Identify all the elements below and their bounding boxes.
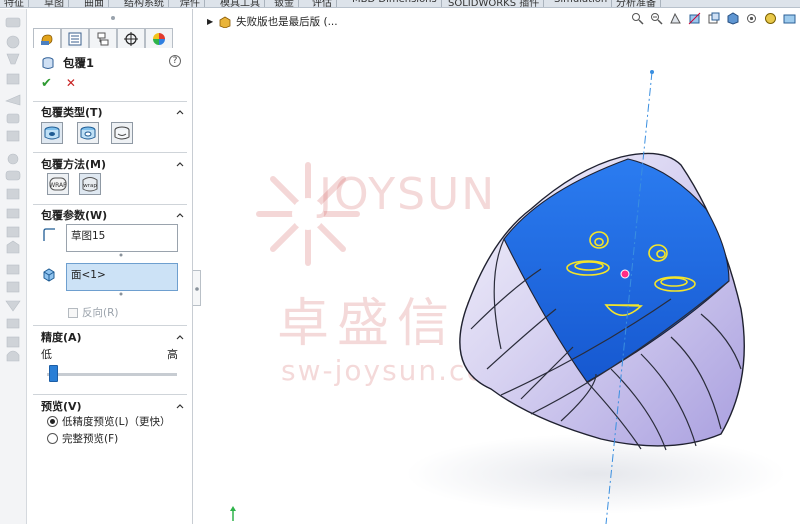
axis-endpoint xyxy=(650,70,654,74)
sketch-selection-icon xyxy=(43,228,55,241)
svg-text:WRAP: WRAP xyxy=(49,182,67,189)
face-selection-listbox[interactable]: 面<1> xyxy=(66,263,178,291)
wrap-params-heading: 包覆参数(W) xyxy=(41,209,108,222)
separator xyxy=(33,101,187,102)
wrap-feature-icon xyxy=(42,57,54,69)
tab-sketch[interactable]: 草图 xyxy=(40,0,69,7)
radio-dot[interactable] xyxy=(47,433,58,444)
display-manager-tab[interactable] xyxy=(145,28,173,48)
ok-cancel-row: ✔ ✕ xyxy=(41,75,76,91)
chevron-up-icon[interactable] xyxy=(176,108,184,116)
wrap-method-heading: 包覆方法(M) xyxy=(41,158,107,171)
tab-mbd-dimensions[interactable]: MBD Dimensions xyxy=(348,0,442,7)
feature-manager-tab[interactable] xyxy=(33,28,61,48)
wrap-type-heading: 包覆类型(T) xyxy=(41,106,103,119)
wrap-analytical-icon: WRAP xyxy=(49,177,67,191)
tab-structure-system[interactable]: 结构系统 xyxy=(120,0,169,7)
reverse-checkbox-box[interactable] xyxy=(68,307,78,318)
property-manager-tab[interactable] xyxy=(61,28,89,48)
tab-surfaces[interactable]: 曲面 xyxy=(80,0,109,7)
graphics-viewport[interactable]: ▶ 失败版也是最后版 (... JOYSUN 卓盛信息 sw-joysun.co… xyxy=(201,9,800,524)
low-accuracy-preview-label: 低精度预览(L)（更快） xyxy=(62,416,171,428)
configuration-icon xyxy=(97,32,109,45)
feature-title-row: 包覆1 ? xyxy=(41,53,191,73)
reverse-direction-checkbox[interactable]: 反向(R) xyxy=(68,305,119,320)
full-preview-label: 完整预览(F) xyxy=(62,433,119,445)
tab-simulation[interactable]: Simulation xyxy=(550,0,613,7)
reverse-label: 反向(R) xyxy=(82,307,119,319)
separator xyxy=(33,394,187,395)
full-preview-radio[interactable]: 完整预览(F) xyxy=(47,431,118,446)
panel-grip xyxy=(111,16,115,20)
emboss-icon xyxy=(44,126,60,140)
tab-analysis-prep[interactable]: 分析准备 xyxy=(612,0,661,7)
help-icon[interactable]: ? xyxy=(169,55,181,67)
configuration-manager-tab[interactable] xyxy=(89,28,117,48)
accuracy-slider-track[interactable] xyxy=(47,373,177,376)
ribbon-tab-bar: 特征 草图 曲面 结构系统 焊件 模具工具 钣金 评估 MBD Dimensio… xyxy=(0,0,800,8)
wrap-spline-icon: wrap xyxy=(82,177,98,192)
tab-sheet-metal[interactable]: 钣金 xyxy=(270,0,299,7)
dimxpert-manager-tab[interactable] xyxy=(117,28,145,48)
svg-text:wrap: wrap xyxy=(83,183,97,189)
analytical-method-button[interactable]: WRAP xyxy=(47,173,69,195)
deboss-icon xyxy=(80,126,96,140)
chevron-up-icon[interactable] xyxy=(176,160,184,168)
chevron-up-icon[interactable] xyxy=(176,402,184,410)
tab-mold-tools[interactable]: 模具工具 xyxy=(216,0,265,7)
color-wheel-icon xyxy=(153,32,165,45)
resize-dot[interactable] xyxy=(118,291,124,297)
panel-collapse-handle[interactable] xyxy=(193,270,201,306)
separator xyxy=(33,325,187,326)
tab-evaluate[interactable]: 评估 xyxy=(308,0,337,7)
separator xyxy=(33,204,187,205)
feature-tree-icon xyxy=(41,34,53,45)
cancel-x-icon[interactable]: ✕ xyxy=(66,76,76,90)
faded-feature-toolbar xyxy=(0,9,27,524)
face-selection-icon xyxy=(43,268,55,282)
radio-dot-selected[interactable] xyxy=(47,416,58,427)
accuracy-heading: 精度(A) xyxy=(41,331,82,344)
accuracy-high-label: 高 xyxy=(167,348,178,361)
coordinate-triad-icon xyxy=(230,506,236,521)
tab-solidworks-addins[interactable]: SOLIDWORKS 插件 xyxy=(444,0,545,7)
low-accuracy-preview-radio[interactable]: 低精度预览(L)（更快） xyxy=(47,414,171,429)
resize-dot[interactable] xyxy=(118,252,124,258)
accuracy-low-label: 低 xyxy=(41,348,52,361)
separator xyxy=(33,152,187,153)
crosshair-icon xyxy=(124,31,138,46)
accuracy-slider-thumb[interactable] xyxy=(49,365,59,382)
spline-surface-method-button[interactable]: wrap xyxy=(79,173,101,195)
chevron-up-icon[interactable] xyxy=(176,333,184,341)
faded-tool-icons xyxy=(5,17,21,362)
property-list-icon xyxy=(68,32,82,45)
ok-check-icon[interactable]: ✔ xyxy=(41,76,52,91)
wrap-emboss-button[interactable] xyxy=(41,122,63,144)
wrapped-part-model xyxy=(230,70,786,524)
property-manager-panel: 包覆1 ? ✔ ✕ 包覆类型(T) 包覆方法(M) WRAP wrap 包覆参数… xyxy=(27,9,193,524)
tab-weldments[interactable]: 焊件 xyxy=(176,0,205,7)
tab-features[interactable]: 特征 xyxy=(0,0,29,7)
feature-title: 包覆1 xyxy=(63,56,95,70)
scribe-icon xyxy=(114,126,130,140)
source-sketch-listbox[interactable]: 草图15 xyxy=(66,224,178,252)
origin-point xyxy=(620,269,630,279)
manager-tabs xyxy=(33,28,173,48)
wrap-scribe-button[interactable] xyxy=(111,122,133,144)
wrap-deboss-button[interactable] xyxy=(77,122,99,144)
face-selection-value: 面<1> xyxy=(71,269,106,281)
preview-heading: 预览(V) xyxy=(41,400,82,413)
chevron-up-icon[interactable] xyxy=(176,211,184,219)
floor-shadow xyxy=(406,434,786,514)
source-sketch-value: 草图15 xyxy=(71,230,106,242)
